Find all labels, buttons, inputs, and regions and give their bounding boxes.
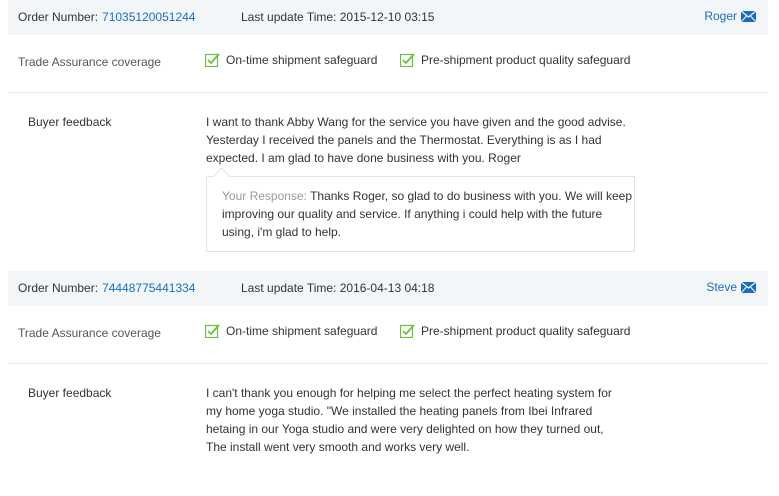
trade-assurance-coverage: Trade Assurance coverage On-time shipmen… [8, 306, 768, 364]
last-update-value: 2016-04-13 04:18 [339, 281, 435, 295]
order-number-label: Order Number: [18, 10, 99, 24]
response-caret [212, 167, 231, 186]
coverage-item-label: On-time shipment safeguard [226, 53, 378, 67]
last-update: Last update Time: 2016-04-13 04:18 [241, 281, 434, 295]
seller-response: Your Response: Thanks Roger, so glad to … [206, 167, 635, 252]
order-feedback-list: Order Number: 71035120051244 Last update … [8, 0, 768, 474]
order-number: Order Number: 74448775441334 [18, 281, 195, 295]
coverage-item-label: Pre-shipment product quality safeguard [421, 53, 631, 67]
contact-user-link[interactable]: Roger [704, 9, 756, 23]
feedback-label: Buyer feedback [28, 386, 112, 400]
user-name: Steve [706, 280, 737, 294]
coverage-label: Trade Assurance coverage [18, 326, 161, 340]
last-update-label: Last update Time: [241, 281, 337, 295]
buyer-feedback-section: Buyer feedback I can't thank you enough … [8, 364, 768, 474]
buyer-feedback-section: Buyer feedback I want to thank Abby Wang… [8, 93, 768, 271]
mail-icon [741, 281, 756, 293]
coverage-item-ontime: On-time shipment safeguard [205, 324, 377, 338]
order-header: Order Number: 71035120051244 Last update … [8, 0, 768, 35]
response-label: Your Response: [222, 189, 307, 203]
coverage-item-label: On-time shipment safeguard [226, 324, 378, 338]
feedback-text: I can't thank you enough for helping me … [206, 386, 612, 454]
checkbox-checked-icon [400, 53, 415, 67]
order-number-link[interactable]: 71035120051244 [102, 10, 195, 24]
feedback-label: Buyer feedback [28, 115, 112, 129]
last-update-value: 2015-12-10 03:15 [339, 10, 435, 24]
checkbox-checked-icon [205, 324, 220, 338]
contact-user-link[interactable]: Steve [706, 280, 756, 294]
coverage-label: Trade Assurance coverage [18, 55, 161, 69]
checkbox-checked-icon [205, 53, 220, 67]
order-number-link[interactable]: 74448775441334 [102, 281, 195, 295]
coverage-item-quality: Pre-shipment product quality safeguard [400, 324, 630, 338]
coverage-item-quality: Pre-shipment product quality safeguard [400, 53, 630, 67]
coverage-item-label: Pre-shipment product quality safeguard [421, 324, 631, 338]
last-update-label: Last update Time: [241, 10, 337, 24]
coverage-item-ontime: On-time shipment safeguard [205, 53, 377, 67]
last-update: Last update Time: 2015-12-10 03:15 [241, 10, 434, 24]
order-header: Order Number: 74448775441334 Last update … [8, 271, 768, 306]
trade-assurance-coverage: Trade Assurance coverage On-time shipmen… [8, 35, 768, 93]
order-card: Order Number: 74448775441334 Last update … [8, 271, 768, 474]
order-number-label: Order Number: [18, 281, 99, 295]
mail-icon [741, 10, 756, 22]
feedback-text: I want to thank Abby Wang for the servic… [206, 115, 626, 165]
order-number: Order Number: 71035120051244 [18, 10, 195, 24]
user-name: Roger [704, 9, 737, 23]
checkbox-checked-icon [400, 324, 415, 338]
order-card: Order Number: 71035120051244 Last update … [8, 0, 768, 271]
